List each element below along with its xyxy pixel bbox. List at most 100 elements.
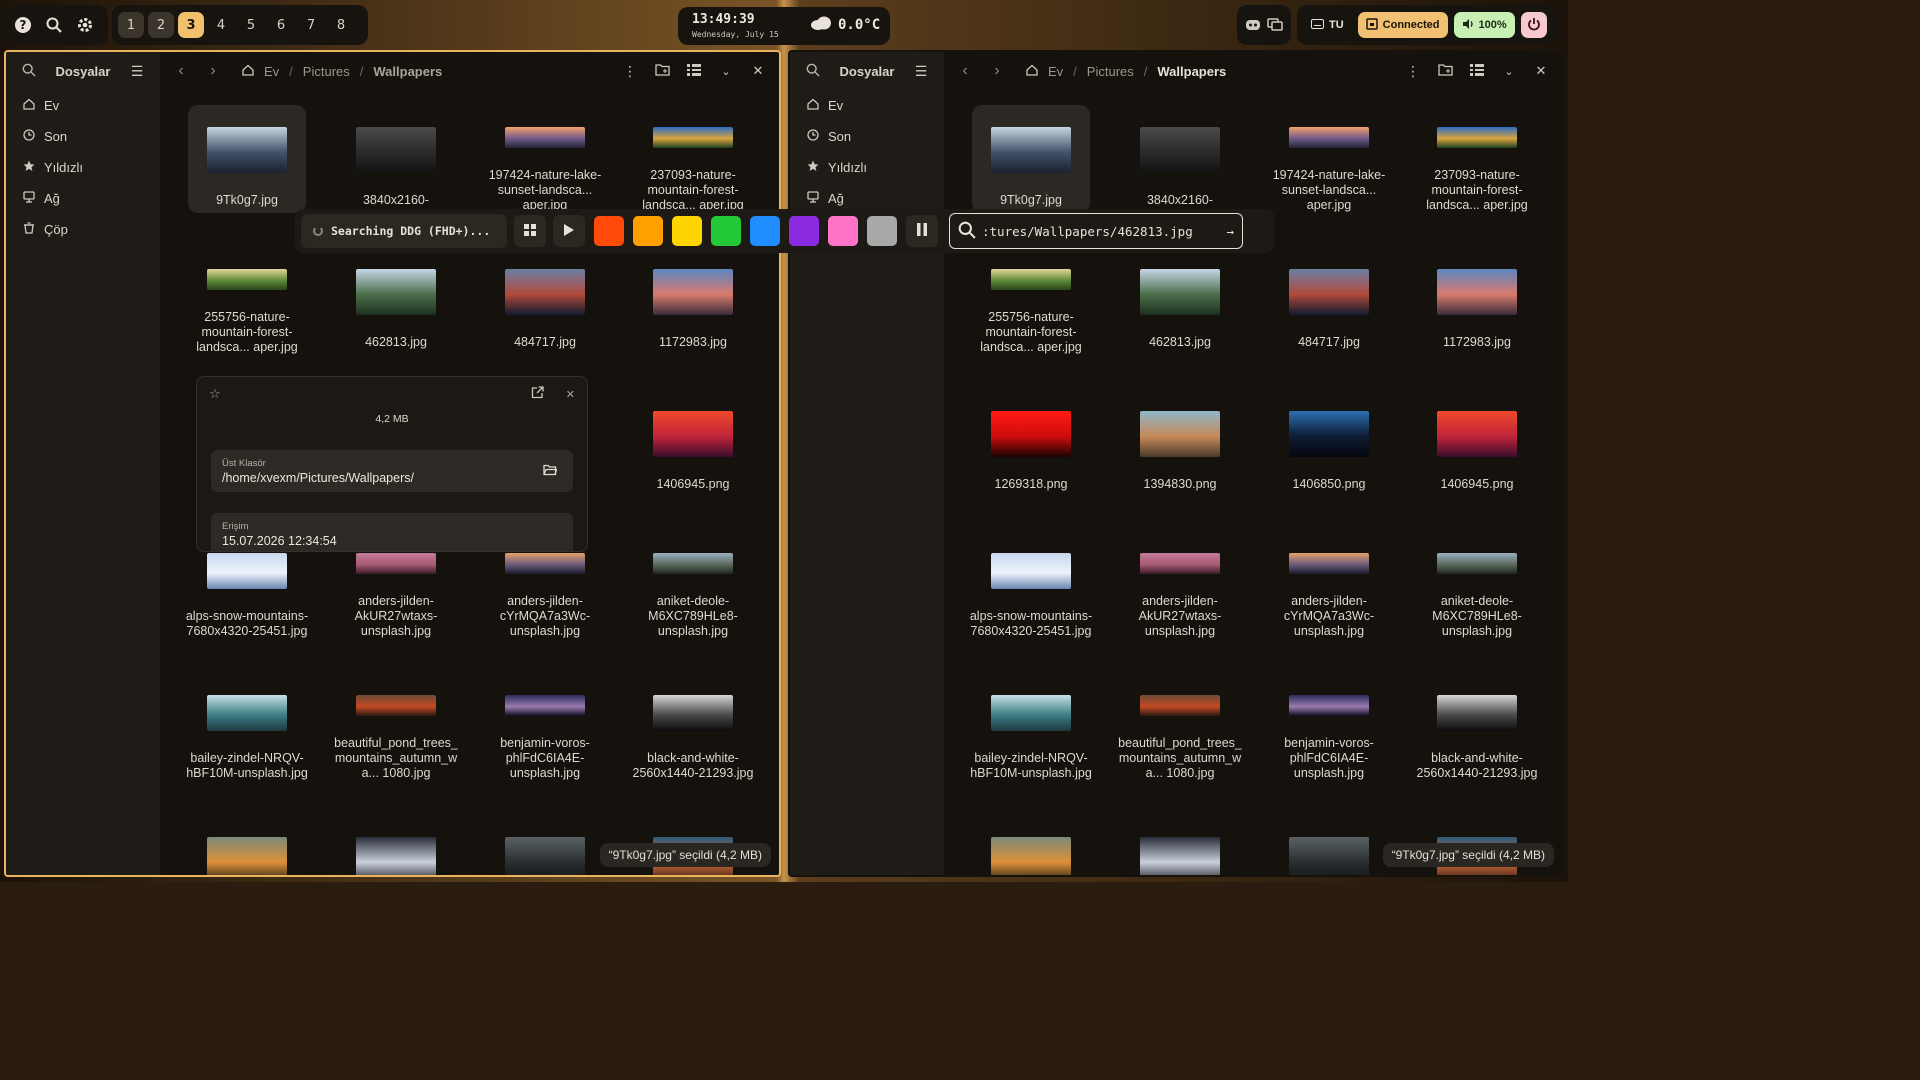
sidebar-item-3[interactable]: Ağ (6, 183, 160, 214)
file-item[interactable]: 197424-nature-lake-sunset-landsca... ape… (486, 105, 604, 213)
star-icon[interactable]: ☆ (209, 386, 221, 402)
color-swatch[interactable] (828, 216, 858, 246)
search-icon[interactable] (41, 12, 67, 38)
workspace-2[interactable]: 2 (148, 12, 174, 38)
search-icon[interactable] (16, 63, 42, 80)
workspace-6[interactable]: 6 (268, 12, 294, 38)
sidebar-item-0[interactable]: Ev (6, 90, 160, 121)
file-item[interactable] (972, 815, 1090, 875)
help-icon[interactable]: ? (10, 12, 36, 38)
power-button[interactable] (1520, 12, 1547, 38)
color-swatch[interactable] (633, 216, 663, 246)
file-item[interactable]: 1172983.jpg (1418, 247, 1536, 355)
workspace-1[interactable]: 1 (118, 12, 144, 38)
workspace-5[interactable]: 5 (238, 12, 264, 38)
file-item[interactable]: 484717.jpg (486, 247, 604, 355)
sidebar-item-0[interactable]: Ev (790, 90, 944, 121)
workspace-7[interactable]: 7 (298, 12, 324, 38)
file-item[interactable]: 1406850.png (1270, 389, 1388, 497)
sidebar-item-1[interactable]: Son (790, 121, 944, 152)
file-item[interactable] (337, 815, 455, 875)
network-status[interactable]: Connected (1357, 12, 1448, 38)
workspace-8[interactable]: 8 (328, 12, 354, 38)
discord-icon[interactable] (1243, 12, 1263, 38)
file-item[interactable]: 9Tk0g7.jpg (188, 105, 306, 213)
close-icon[interactable]: ✕ (1528, 63, 1554, 79)
hamburger-menu-icon[interactable]: ☰ (124, 63, 150, 80)
forward-arrow-icon[interactable]: › (984, 62, 1010, 80)
file-item[interactable]: aniket-deole-M6XC789HLe8-unsplash.jpg (1418, 531, 1536, 639)
close-icon[interactable]: ✕ (745, 63, 771, 79)
file-item[interactable]: 255756-nature-mountain-forest-landsca...… (972, 247, 1090, 355)
breadcrumb-item[interactable]: Wallpapers (373, 64, 442, 79)
kebab-menu-icon[interactable]: ⋮ (617, 63, 643, 80)
file-item[interactable]: 197424-nature-lake-sunset-landsca... ape… (1270, 105, 1388, 213)
pause-button[interactable] (906, 215, 938, 247)
forward-arrow-icon[interactable]: › (200, 62, 226, 80)
file-item[interactable]: anders-jilden-cYrMQA7a3Wc-unsplash.jpg (1270, 531, 1388, 639)
file-item[interactable]: beautiful_pond_trees_mountains_autumn_wa… (1118, 673, 1242, 781)
chevron-down-icon[interactable]: ⌄ (1496, 65, 1522, 78)
file-item[interactable]: beautiful_pond_trees_mountains_autumn_wa… (334, 673, 458, 781)
file-item[interactable]: 3840x2160- (337, 105, 455, 213)
file-item[interactable]: 237093-nature-mountain-forest-landsca...… (1418, 105, 1536, 213)
file-item[interactable] (1121, 815, 1239, 875)
file-manager-window-right[interactable]: Dosyalar ☰ EvSonYıldızlıAğÇöp ‹ › Ev/Pic… (788, 50, 1564, 877)
arrow-right-icon[interactable]: → (1226, 224, 1234, 239)
grid-view-button[interactable] (514, 215, 546, 247)
file-item[interactable] (188, 815, 306, 875)
workspace-3[interactable]: 3 (178, 12, 204, 38)
view-list-icon[interactable] (681, 63, 707, 79)
file-item[interactable]: benjamin-voros-phlFdC6IA4E-unsplash.jpg (486, 673, 604, 781)
open-external-icon[interactable] (531, 386, 544, 402)
file-item[interactable]: bailey-zindel-NRQV-hBF10M-unsplash.jpg (970, 673, 1092, 781)
keyboard-layout[interactable]: TU (1303, 12, 1352, 38)
file-item[interactable]: benjamin-voros-phlFdC6IA4E-unsplash.jpg (1270, 673, 1388, 781)
close-icon[interactable]: ✕ (566, 388, 575, 401)
file-item[interactable]: aniket-deole-M6XC789HLe8-unsplash.jpg (634, 531, 752, 639)
breadcrumb-item[interactable]: Wallpapers (1157, 64, 1226, 79)
clock-weather-widget[interactable]: 13:49:39 Wednesday, July 15 0.0°C (678, 7, 890, 45)
wallpaper-path-input[interactable]: :tures/Wallpapers/462813.jpg → (949, 213, 1243, 249)
sidebar-item-1[interactable]: Son (6, 121, 160, 152)
file-item[interactable]: black-and-white-2560x1440-21293.jpg (1417, 673, 1537, 781)
volume-control[interactable]: 100% (1453, 12, 1515, 38)
color-swatch[interactable] (789, 216, 819, 246)
file-item[interactable]: 237093-nature-mountain-forest-landsca...… (634, 105, 752, 213)
new-folder-icon[interactable] (649, 63, 675, 79)
color-swatch[interactable] (672, 216, 702, 246)
back-arrow-icon[interactable]: ‹ (168, 62, 194, 80)
file-item[interactable]: 255756-nature-mountain-forest-landsca...… (188, 247, 306, 355)
search-icon[interactable] (800, 63, 826, 80)
color-swatch[interactable] (594, 216, 624, 246)
color-swatch[interactable] (750, 216, 780, 246)
breadcrumb-item[interactable]: Pictures (303, 64, 350, 79)
file-item[interactable]: 1269318.png (972, 389, 1090, 497)
breadcrumb-item[interactable]: Ev (1048, 64, 1063, 79)
file-item[interactable]: 3840x2160- (1121, 105, 1239, 213)
play-button[interactable] (553, 215, 585, 247)
chevron-down-icon[interactable]: ⌄ (713, 65, 739, 78)
folder-open-icon[interactable] (543, 464, 558, 479)
new-folder-icon[interactable] (1432, 63, 1458, 79)
screen-share-icon[interactable] (1265, 12, 1285, 38)
hamburger-menu-icon[interactable]: ☰ (908, 63, 934, 80)
view-list-icon[interactable] (1464, 63, 1490, 79)
sidebar-item-4[interactable]: Çöp (6, 214, 160, 245)
file-item[interactable]: 1172983.jpg (634, 247, 752, 355)
file-item[interactable]: 462813.jpg (337, 247, 455, 355)
color-swatch[interactable] (711, 216, 741, 246)
file-item[interactable]: bailey-zindel-NRQV-hBF10M-unsplash.jpg (186, 673, 308, 781)
file-item[interactable]: 1406945.png (1418, 389, 1536, 497)
sidebar-item-2[interactable]: Yıldızlı (790, 152, 944, 183)
kebab-menu-icon[interactable]: ⋮ (1400, 63, 1426, 80)
back-arrow-icon[interactable]: ‹ (952, 62, 978, 80)
color-swatch[interactable] (867, 216, 897, 246)
file-item[interactable]: 462813.jpg (1121, 247, 1239, 355)
workspace-4[interactable]: 4 (208, 12, 234, 38)
file-item[interactable]: anders-jilden-AkUR27wtaxs-unsplash.jpg (1121, 531, 1239, 639)
file-item[interactable]: black-and-white-2560x1440-21293.jpg (633, 673, 753, 781)
file-item[interactable]: 1394830.png (1121, 389, 1239, 497)
file-item[interactable]: 9Tk0g7.jpg (972, 105, 1090, 213)
file-item[interactable]: alps-snow-mountains-7680x4320-25451.jpg (970, 531, 1092, 639)
